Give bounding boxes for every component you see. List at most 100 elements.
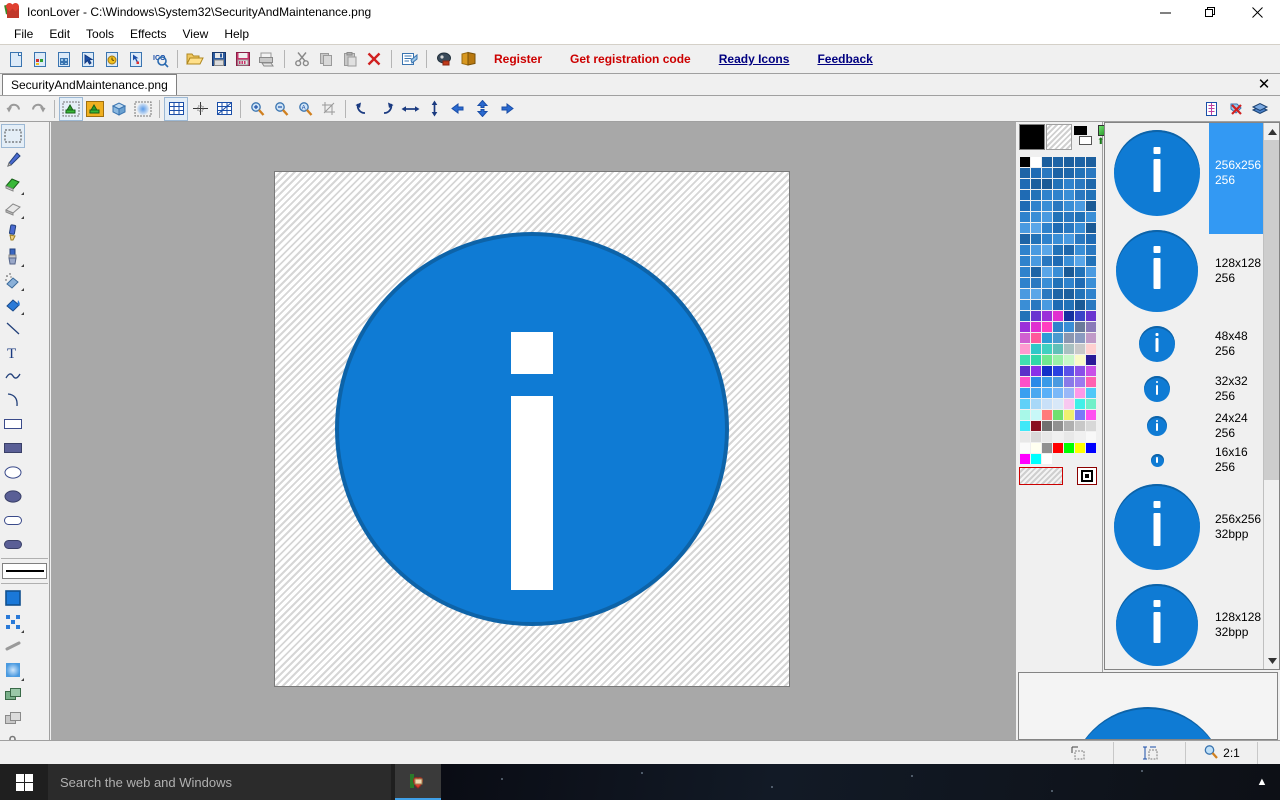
color-swatch[interactable] [1052, 222, 1063, 233]
glow-tool[interactable] [1, 658, 25, 682]
color-swatch[interactable] [1063, 244, 1074, 255]
icon-format-row[interactable]: 24x24 256 [1105, 409, 1264, 443]
color-swatch[interactable] [1019, 167, 1030, 178]
icon-list-scrollbar[interactable] [1263, 123, 1279, 669]
paint-bucket-tool[interactable] [1, 292, 25, 316]
shift-right-icon[interactable] [494, 97, 518, 121]
color-swatch[interactable] [1063, 233, 1074, 244]
icon-format-label[interactable]: 48x48 256 [1209, 319, 1264, 369]
save-icon[interactable] [207, 47, 231, 71]
color-swatch[interactable] [1041, 453, 1052, 464]
icon-format-label[interactable]: 256x256 32bpp [1209, 477, 1264, 577]
color-swatch[interactable] [1019, 409, 1030, 420]
color-swatch[interactable] [1041, 332, 1052, 343]
color-swatch[interactable] [1074, 376, 1085, 387]
show-hidden-icons-button[interactable]: ▲ [1250, 764, 1274, 800]
color-swatch[interactable] [1074, 178, 1085, 189]
color-swatch[interactable] [1041, 222, 1052, 233]
color-swatch[interactable] [1074, 409, 1085, 420]
color-swatch[interactable] [1052, 200, 1063, 211]
color-swatch[interactable] [1030, 200, 1041, 211]
color-swatch[interactable] [1074, 299, 1085, 310]
color-swatch[interactable] [1063, 266, 1074, 277]
layers-icon[interactable] [1248, 97, 1272, 121]
color-swatch[interactable] [1085, 288, 1096, 299]
color-swatch[interactable] [1019, 453, 1030, 464]
crop-icon[interactable] [317, 97, 341, 121]
color-swatch[interactable] [1030, 178, 1041, 189]
color-swatch[interactable] [1019, 277, 1030, 288]
color-swatch[interactable] [1074, 288, 1085, 299]
zoom-out-icon[interactable] [269, 97, 293, 121]
color-swatch[interactable] [1041, 354, 1052, 365]
color-swatch[interactable] [1030, 442, 1041, 453]
color-swatch[interactable] [1041, 398, 1052, 409]
open-folder-icon[interactable] [183, 47, 207, 71]
color-swatch[interactable] [1074, 167, 1085, 178]
save-all-icon[interactable] [231, 47, 255, 71]
import-image-icon[interactable] [124, 47, 148, 71]
color-swatch[interactable] [1063, 255, 1074, 266]
color-swatch[interactable] [1041, 156, 1052, 167]
color-swatch[interactable] [1063, 321, 1074, 332]
color-swatch[interactable] [1052, 354, 1063, 365]
color-swatch[interactable] [1019, 431, 1030, 442]
menu-tools[interactable]: Tools [78, 25, 122, 43]
color-swatch[interactable] [1074, 343, 1085, 354]
color-swatch[interactable] [1074, 244, 1085, 255]
color-swatch[interactable] [1019, 244, 1030, 255]
color-swatch[interactable] [1074, 233, 1085, 244]
color-swatch[interactable] [1052, 299, 1063, 310]
properties-icon[interactable] [397, 47, 421, 71]
color-swatch[interactable] [1074, 310, 1085, 321]
color-swatch[interactable] [1019, 266, 1030, 277]
color-swatch[interactable] [1074, 387, 1085, 398]
color-swatch[interactable] [1030, 233, 1041, 244]
color-swatch[interactable] [1063, 431, 1074, 442]
color-swatch[interactable] [1041, 310, 1052, 321]
color-swatch[interactable] [1085, 244, 1096, 255]
color-swatch[interactable] [1030, 299, 1041, 310]
color-swatch[interactable] [1085, 321, 1096, 332]
paste-icon[interactable] [338, 47, 362, 71]
color-swatch[interactable] [1052, 178, 1063, 189]
color-swatch[interactable] [1052, 442, 1063, 453]
gradient-fill-tool[interactable] [1, 586, 25, 610]
color-swatch[interactable] [1074, 266, 1085, 277]
color-swatch[interactable] [1030, 354, 1041, 365]
grid-icon[interactable] [164, 96, 188, 121]
color-swatch[interactable] [1019, 211, 1030, 222]
color-swatch[interactable] [1085, 387, 1096, 398]
layer-merge-tool[interactable] [1, 682, 25, 706]
color-swatch[interactable] [1019, 233, 1030, 244]
color-swatch[interactable] [1052, 266, 1063, 277]
color-swatch[interactable] [1041, 376, 1052, 387]
color-swatch[interactable] [1030, 189, 1041, 200]
icon-format-row[interactable]: 48x48 256 [1105, 319, 1264, 369]
menu-file[interactable]: File [6, 25, 41, 43]
help-book-icon[interactable] [456, 47, 480, 71]
color-swatch[interactable] [1074, 200, 1085, 211]
color-swatch[interactable] [1074, 431, 1085, 442]
menu-view[interactable]: View [175, 25, 217, 43]
color-swatch[interactable] [1074, 156, 1085, 167]
color-swatch[interactable] [1019, 398, 1030, 409]
color-swatch[interactable] [1074, 211, 1085, 222]
copy-icon[interactable] [314, 47, 338, 71]
flip-horizontal-icon[interactable] [398, 97, 422, 121]
color-swatch[interactable] [1030, 365, 1041, 376]
icon-format-label[interactable]: 128x128 256 [1209, 223, 1264, 319]
color-swatch[interactable] [1030, 376, 1041, 387]
color-swatch[interactable] [1085, 376, 1096, 387]
get-registration-code-link[interactable]: Get registration code [570, 52, 691, 66]
color-swatch[interactable] [1085, 442, 1096, 453]
color-swatch[interactable] [1085, 178, 1096, 189]
rotate-left-icon[interactable] [350, 97, 374, 121]
start-button[interactable] [0, 764, 48, 800]
color-swatch[interactable] [1052, 420, 1063, 431]
delete-layer-icon[interactable] [1224, 97, 1248, 121]
color-swatch[interactable] [1030, 398, 1041, 409]
color-swatch[interactable] [1063, 376, 1074, 387]
color-swatch[interactable] [1063, 354, 1074, 365]
color-swatch[interactable] [1030, 244, 1041, 255]
